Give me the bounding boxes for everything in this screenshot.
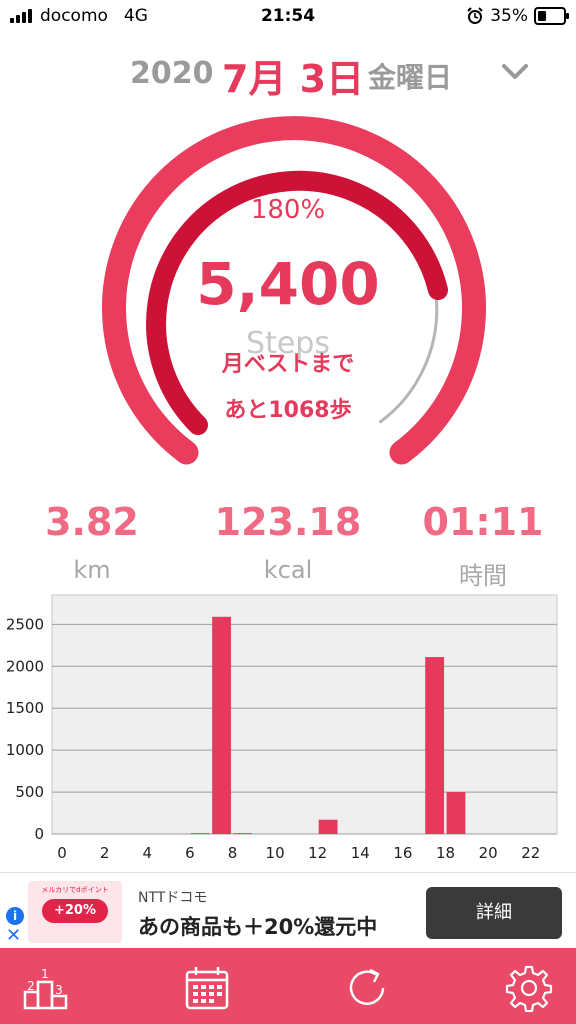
refresh-icon[interactable] — [343, 964, 391, 1012]
ad-banner[interactable]: i ✕ メルカリでdポイント +20% NTTドコモ あの商品も＋20%還元中 … — [0, 872, 576, 949]
chart-bar-hour-18 — [446, 792, 466, 834]
status-bar: docomo 4G 21:54 35% — [0, 0, 576, 34]
calories-unit: kcal — [263, 556, 313, 584]
status-right: 35% — [466, 6, 569, 26]
goal-percent: 180% — [250, 195, 326, 225]
ranking-icon[interactable]: 1 2 3 — [22, 964, 70, 1012]
chart-bar-hour-17 — [425, 657, 445, 834]
distance-value: 3.82 — [45, 500, 139, 544]
hourly-steps-chart: 0 500 1000 1500 2000 2500 0 2 4 6 8 10 12 14 16 18 20 22 — [6, 594, 558, 862]
date-year: 2020 — [130, 56, 214, 91]
chart-x-tick-label: 10 — [266, 844, 285, 862]
chart-y-tick-label: 1500 — [6, 699, 44, 717]
chart-x-tick-label: 8 — [228, 844, 238, 862]
stat-calories: 123.18 kcal — [198, 500, 378, 584]
chart-bar-hour-8 — [233, 833, 253, 834]
chart-bar-hour-7 — [212, 616, 231, 834]
chart-bar-hour-12 — [318, 819, 338, 834]
chart-x-tick-label: 0 — [57, 844, 67, 862]
monthly-best-label: 月ベストまで — [221, 352, 355, 377]
chart-x-tick-label: 12 — [308, 844, 327, 862]
chart-plot-area — [51, 594, 558, 835]
svg-text:2: 2 — [27, 979, 35, 993]
duration-value: 01:11 — [422, 500, 544, 544]
ad-title[interactable]: あの商品も＋20%還元中 — [138, 911, 377, 941]
chart-x-tick-label: 20 — [479, 844, 498, 862]
stat-distance: 3.82 km — [2, 500, 182, 584]
chart-y-tick-label: 0 — [34, 825, 44, 843]
distance-unit: km — [73, 556, 111, 584]
gear-icon[interactable] — [505, 964, 553, 1012]
chart-x-tick-label: 18 — [436, 844, 455, 862]
step-count: 5,400 — [196, 250, 380, 318]
battery-percent: 35% — [490, 6, 528, 26]
ad-sponsor: NTTドコモ — [138, 890, 208, 906]
alarm-icon — [467, 7, 483, 24]
chart-y-tick-label: 500 — [15, 783, 44, 801]
ad-info-icon[interactable]: i — [6, 907, 24, 925]
battery-icon — [534, 7, 569, 25]
chart-x-tick-label: 22 — [521, 844, 540, 862]
calendar-icon[interactable] — [183, 964, 231, 1012]
chart-y-tick-label: 2500 — [6, 615, 44, 633]
date-month-day: 7月 3日 — [222, 57, 365, 101]
stat-duration: 01:11 時間 — [393, 500, 573, 591]
chart-x-tick-label: 2 — [100, 844, 110, 862]
ad-image-badge: +20% — [42, 899, 108, 923]
chart-x-tick-label: 16 — [393, 844, 412, 862]
ad-close-icon[interactable]: ✕ — [6, 925, 21, 946]
chart-x-tick-label: 4 — [142, 844, 152, 862]
chart-bar-hour-6 — [190, 833, 210, 834]
ad-image[interactable]: メルカリでdポイント +20% — [28, 881, 122, 943]
chart-y-tick-label: 2000 — [6, 657, 44, 675]
chart-x-tick-label: 14 — [351, 844, 370, 862]
calories-value: 123.18 — [214, 500, 362, 544]
chart-x-tick-label: 6 — [185, 844, 195, 862]
date-header[interactable]: 2020 7月 3日 金曜日 — [0, 48, 576, 101]
ad-details-button[interactable]: 詳細 — [426, 887, 562, 939]
ad-image-caption: メルカリでdポイント — [41, 886, 109, 894]
svg-text:3: 3 — [55, 983, 63, 997]
chevron-down-icon[interactable] — [498, 54, 532, 88]
monthly-best-remaining: あと1068歩 — [224, 398, 352, 423]
chart-y-tick-label: 1000 — [6, 741, 44, 759]
tab-bar: 1 2 3 — [0, 948, 576, 1024]
date-weekday: 金曜日 — [368, 61, 453, 94]
svg-text:1: 1 — [41, 967, 49, 981]
